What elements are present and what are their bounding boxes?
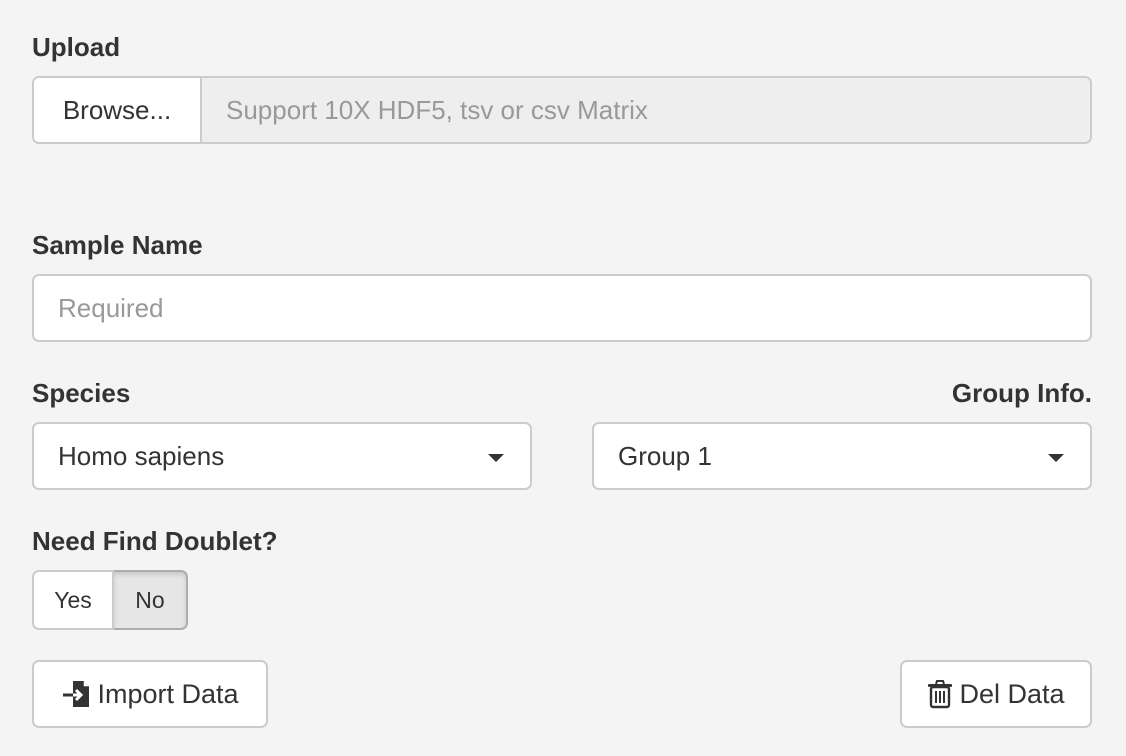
doublet-toggle-group: Yes No bbox=[32, 570, 188, 630]
chevron-down-icon bbox=[1048, 454, 1064, 462]
group-info-label: Group Info. bbox=[951, 378, 1092, 408]
species-selected-value: Homo sapiens bbox=[58, 440, 225, 471]
group-selected-value: Group 1 bbox=[618, 440, 712, 471]
browse-button[interactable]: Browse... bbox=[34, 78, 202, 142]
doublet-no-option[interactable]: No bbox=[114, 570, 188, 630]
upload-label: Upload bbox=[32, 32, 121, 62]
upload-filename-field[interactable]: Support 10X HDF5, tsv or csv Matrix bbox=[202, 78, 1090, 142]
import-data-label: Import Data bbox=[97, 678, 239, 709]
doublet-yes-option[interactable]: Yes bbox=[32, 570, 114, 630]
import-data-button[interactable]: Import Data bbox=[32, 660, 268, 728]
trash-icon bbox=[928, 680, 953, 709]
delete-data-button[interactable]: Del Data bbox=[900, 660, 1092, 728]
group-info-select[interactable]: Group 1 bbox=[592, 422, 1092, 490]
doublet-label: Need Find Doublet? bbox=[32, 526, 278, 556]
sample-name-label: Sample Name bbox=[32, 230, 203, 260]
delete-data-label: Del Data bbox=[959, 678, 1065, 709]
file-import-icon bbox=[63, 681, 90, 707]
file-upload: Browse... Support 10X HDF5, tsv or csv M… bbox=[32, 76, 1092, 144]
sample-name-input[interactable] bbox=[32, 274, 1092, 342]
chevron-down-icon bbox=[488, 454, 504, 462]
species-select[interactable]: Homo sapiens bbox=[32, 422, 532, 490]
species-label: Species bbox=[32, 378, 131, 408]
